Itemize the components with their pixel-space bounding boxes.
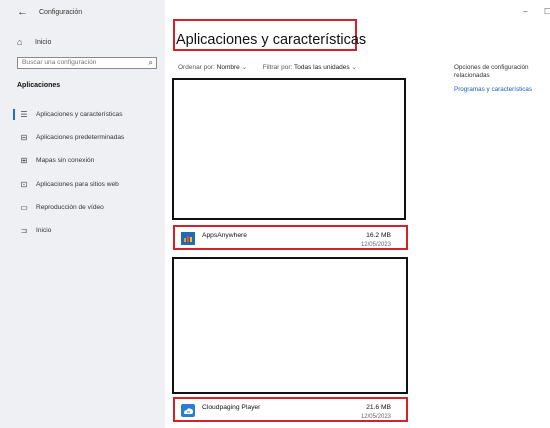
filter-label: Filtrar por:: [262, 64, 293, 71]
sidebar: ← Configuración ⌂ Inicio Buscar una conf…: [0, 0, 165, 428]
app-title: Configuración: [39, 9, 83, 16]
sidebar-item-offline-maps[interactable]: ⊞ Mapas sin conexión: [13, 153, 95, 167]
filter-bar: Ordenar por: Nombre ⌄ Filtrar por: Todas…: [178, 63, 357, 71]
related-settings: Opciones de configuración relacionadas P…: [454, 64, 544, 93]
app-entry-cloudpaging-player[interactable]: Cloudpaging Player 21.6 MB 12/05/2023: [173, 397, 408, 422]
app-name: Cloudpaging Player: [202, 404, 261, 411]
app-name: AppsAnywhere: [202, 232, 247, 239]
app-size: 16.2 MB: [366, 232, 391, 239]
filter-dropdown[interactable]: Todas las unidades: [294, 64, 350, 71]
app-entry-appsanywhere[interactable]: AppsAnywhere 16.2 MB 12/05/2023: [173, 225, 408, 250]
search-placeholder: Buscar una configuración: [22, 59, 97, 66]
sidebar-item-label: Reproducción de vídeo: [36, 203, 104, 211]
sidebar-item-label: Mapas sin conexión: [36, 156, 95, 164]
app-date: 12/05/2023: [360, 242, 391, 248]
startup-icon: ⊐: [20, 225, 28, 235]
page-title: Aplicaciones y características: [176, 32, 367, 48]
chevron-down-icon[interactable]: ⌄: [242, 64, 247, 71]
app-size: 21.6 MB: [366, 404, 391, 411]
websites-apps-icon: ⊡: [20, 179, 28, 189]
sidebar-item-label: Inicio: [36, 226, 52, 234]
sidebar-item-video-playback[interactable]: ▭ Reproducción de vídeo: [13, 200, 104, 214]
maximize-button[interactable]: ☐: [544, 7, 550, 16]
video-playback-icon: ▭: [20, 202, 28, 212]
offline-maps-icon: ⊞: [20, 155, 28, 165]
appsanywhere-icon: [181, 232, 195, 245]
selection-indicator: [13, 108, 15, 120]
sidebar-item-label: Aplicaciones para sitios web: [36, 180, 119, 188]
title-bar: ← Configuración: [0, 0, 165, 26]
sidebar-item-label: Aplicaciones predeterminadas: [36, 133, 125, 141]
related-heading: Opciones de configuración relacionadas: [454, 64, 529, 79]
sort-dropdown[interactable]: Nombre: [217, 64, 240, 71]
sidebar-item-label: Aplicaciones y características: [36, 110, 123, 118]
default-apps-icon: ⊟: [20, 132, 28, 142]
sidebar-item-default-apps[interactable]: ⊟ Aplicaciones predeterminadas: [13, 130, 125, 144]
search-input[interactable]: Buscar una configuración ⌕: [17, 57, 157, 69]
programs-features-link[interactable]: Programas y características: [454, 86, 544, 93]
sidebar-item-apps-features[interactable]: ☰ Aplicaciones y características: [13, 107, 123, 121]
home-icon: ⌂: [17, 37, 23, 47]
sidebar-home-label: Inicio: [35, 38, 52, 46]
search-icon: ⌕: [148, 58, 153, 67]
sidebar-home[interactable]: ⌂ Inicio: [17, 36, 51, 48]
sidebar-item-websites-apps[interactable]: ⊡ Aplicaciones para sitios web: [13, 177, 119, 191]
sidebar-item-startup[interactable]: ⊐ Inicio: [13, 223, 52, 237]
minimize-button[interactable]: –: [523, 7, 527, 16]
cloudpaging-icon: [181, 404, 195, 417]
app-date: 12/05/2023: [360, 414, 391, 420]
chevron-down-icon[interactable]: ⌄: [351, 64, 356, 71]
apps-features-icon: ☰: [20, 109, 28, 119]
redacted-block: [172, 257, 408, 394]
sidebar-section-heading: Aplicaciones: [17, 82, 61, 89]
back-arrow-icon[interactable]: ←: [17, 6, 28, 18]
sort-label: Ordenar por:: [178, 64, 215, 71]
main-panel: Aplicaciones y características Ordenar p…: [165, 0, 550, 428]
redacted-block: [172, 78, 406, 220]
